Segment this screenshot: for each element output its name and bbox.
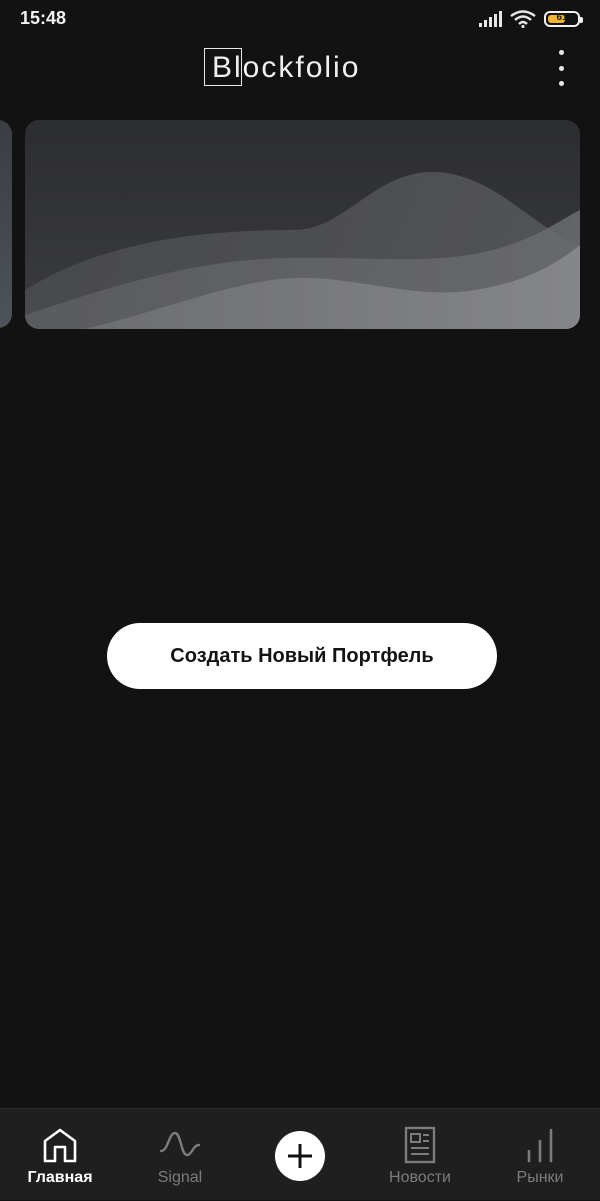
nav-label-markets: Рынки (516, 1169, 564, 1186)
battery-level: 61 (556, 12, 568, 23)
menu-dot (558, 50, 564, 55)
app-header: Blockfolio (0, 38, 600, 100)
signal-icon (479, 11, 502, 27)
app-logo: Blockfolio (204, 48, 358, 88)
home-icon (43, 1128, 77, 1163)
nav-item-signal[interactable]: Signal (120, 1109, 240, 1201)
bar-chart-icon (527, 1128, 553, 1163)
nav-label-home: Главная (27, 1169, 93, 1186)
add-transaction-button[interactable] (275, 1131, 325, 1181)
menu-dot (558, 65, 564, 71)
logo-text: Blockfolio (212, 51, 361, 84)
battery-icon: 61 (544, 11, 583, 27)
card-wave-graphic (25, 171, 580, 329)
status-bar: 15:48 61 (0, 0, 600, 38)
battery-nub (580, 17, 583, 23)
news-icon (404, 1126, 436, 1164)
nav-label-signal: Signal (157, 1169, 203, 1186)
previous-card-peek[interactable] (0, 120, 12, 328)
more-vertical-icon[interactable] (554, 50, 568, 86)
signal-wave-icon (160, 1131, 200, 1157)
status-icons: 61 (478, 9, 583, 29)
status-time: 15:48 (20, 8, 67, 28)
portfolio-card[interactable] (25, 120, 580, 329)
bottom-nav: Главная Signal Новости Рынки (0, 1108, 600, 1200)
nav-item-markets[interactable]: Рынки (480, 1109, 600, 1201)
wifi-icon (510, 10, 536, 28)
nav-label-news: Новости (389, 1169, 451, 1186)
portfolio-carousel[interactable] (0, 120, 600, 330)
menu-dot (558, 81, 564, 86)
nav-item-news[interactable]: Новости (360, 1109, 480, 1201)
create-portfolio-button[interactable]: Создать Новый Портфель (107, 623, 497, 689)
plus-icon (288, 1144, 312, 1168)
nav-item-home[interactable]: Главная (0, 1109, 120, 1201)
